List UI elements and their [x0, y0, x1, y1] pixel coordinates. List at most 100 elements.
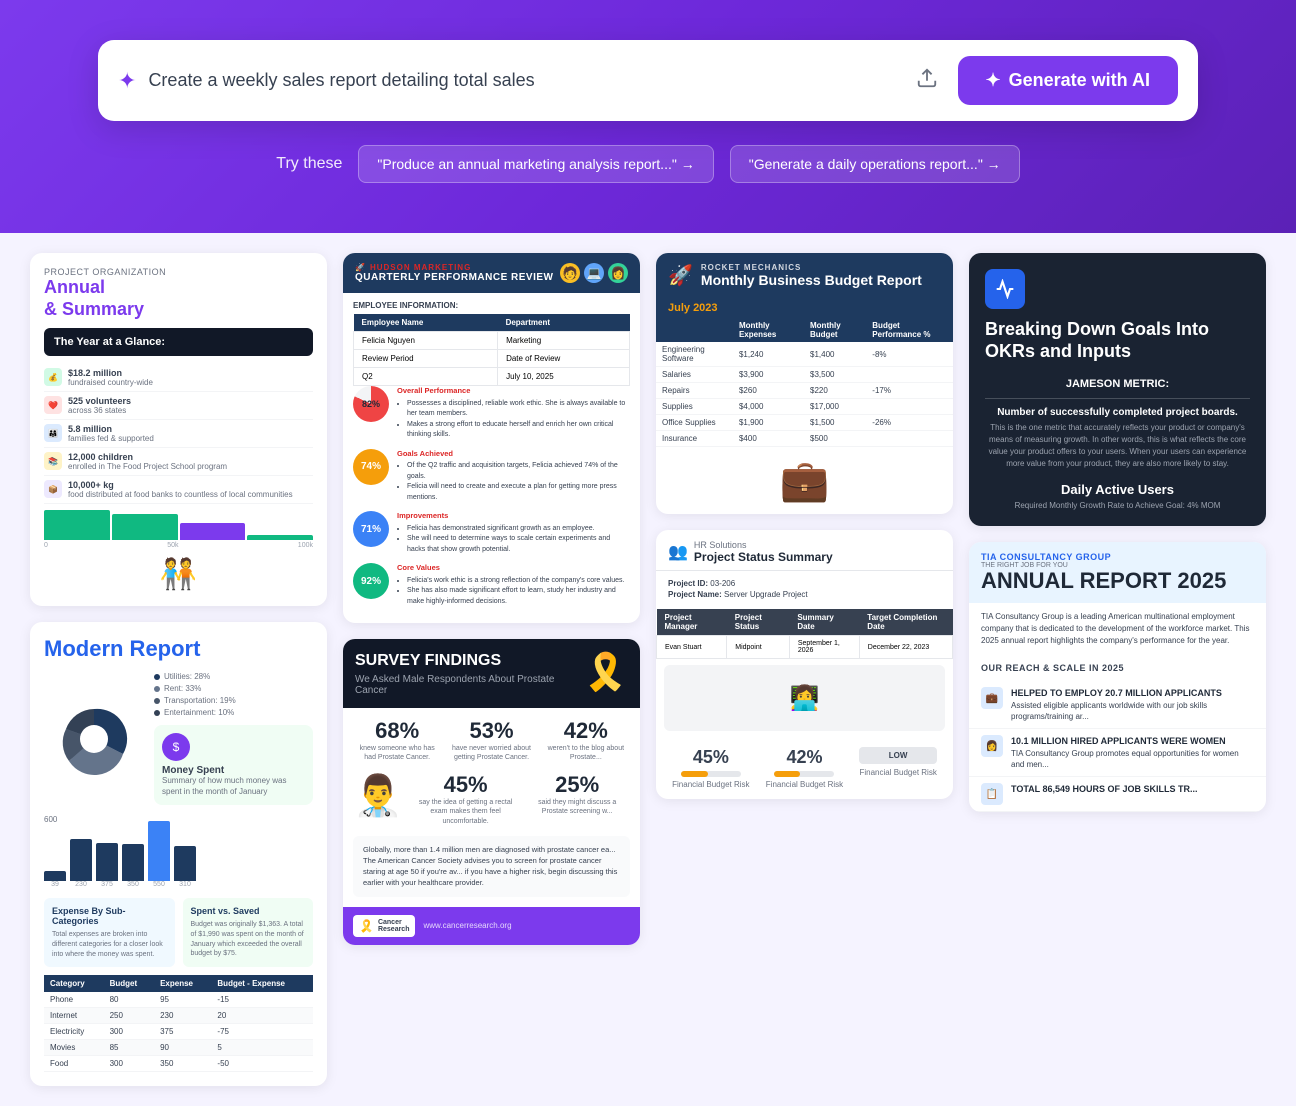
tia-hours-icon: 📋 — [981, 783, 1003, 805]
gauge-low: LOW Financial Budget Risk — [859, 747, 936, 789]
tia-stat-2: 👩 10.1 MILLION HIRED APPLICANTS WERE WOM… — [969, 729, 1266, 777]
stat-item: 💰 $18.2 million fundraised country-wide — [44, 364, 313, 392]
school-icon: 📚 — [44, 452, 62, 470]
stat-68: 68% knew someone who has had Prostate Ca… — [353, 718, 441, 762]
budget-illustration: 💼 — [656, 447, 953, 514]
okr-sub-title: Daily Active Users — [985, 482, 1250, 497]
generate-label: Generate with AI — [1009, 70, 1150, 91]
stat-42: 42% weren't to the blog about Prostate..… — [542, 718, 630, 762]
person-icon-2: 💻 — [584, 263, 604, 283]
suggestion-2[interactable]: "Generate a daily operations report..." … — [730, 145, 1020, 183]
table-row: Phone8095-15 — [44, 992, 313, 1008]
budget-header: 🚀 ROCKET MECHANICS Monthly Business Budg… — [656, 253, 953, 298]
cancer-footer: 🎗️ Cancer Research www.cancerresearch.or… — [343, 907, 640, 945]
survey-header: SURVEY FINDINGS We Asked Male Respondent… — [343, 639, 640, 708]
try-these-label: Try these — [276, 155, 342, 173]
stat-item: 👨‍👩‍👧 5.8 million families fed & support… — [44, 420, 313, 448]
okr-header: Breaking Down Goals Into OKRs and Inputs — [969, 253, 1266, 378]
upload-button[interactable] — [908, 59, 946, 103]
stat-53: 53% have never worried about getting Pro… — [447, 718, 535, 762]
cancer-url: www.cancerresearch.org — [423, 921, 511, 930]
project-table: Project Manager Project Status Summary D… — [656, 609, 953, 659]
cancer-research-logo: 🎗️ Cancer Research — [353, 915, 415, 937]
budget-report-card[interactable]: 🚀 ROCKET MECHANICS Monthly Business Budg… — [656, 253, 953, 514]
core-values-row: 92% Core Values Felicia's work ethic is … — [353, 563, 630, 607]
tia-stat-3: 📋 TOTAL 86,549 HOURS OF JOB SKILLS TR... — [969, 777, 1266, 812]
spent-saved-box: Spent vs. Saved Budget was originally $1… — [183, 898, 314, 967]
company-name: ROCKET MECHANICS — [701, 263, 922, 272]
improvements-row: 71% Improvements Felicia has demonstrate… — [353, 511, 630, 555]
bar-3 — [180, 523, 246, 540]
survey-findings-card[interactable]: SURVEY FINDINGS We Asked Male Respondent… — [343, 639, 640, 945]
okr-chart-icon — [985, 269, 1025, 309]
legend-rent: Rent: 33% — [154, 684, 313, 693]
project-status: Midpoint — [727, 636, 790, 659]
table-row: Evan Stuart Midpoint September 1, 2026 D… — [657, 636, 953, 659]
emp-name: Felicia Nguyen — [354, 332, 498, 350]
generate-sparkle-icon: ✦ — [986, 70, 1001, 91]
gauge-section: 45% Financial Budget Risk 42% Financial … — [656, 737, 953, 799]
hero-section: ✦ Create a weekly sales report detailing… — [0, 0, 1296, 233]
table-row: Office Supplies$1,900$1,500-26% — [656, 415, 953, 431]
table-row: Engineering Software$1,240$1,400-8% — [656, 342, 953, 367]
expense-breakdown-box: Expense By Sub-Categories Total expenses… — [44, 898, 175, 967]
gauge-45: 45% Financial Budget Risk — [672, 747, 749, 789]
tia-employ-icon: 💼 — [981, 687, 1003, 709]
project-manager: Evan Stuart — [657, 636, 727, 659]
bar-1 — [44, 510, 110, 540]
tia-annual-report-card[interactable]: TIA CONSULTANCY GROUP THE RIGHT JOB FOR … — [969, 542, 1266, 812]
volunteer-icon: ❤️ — [44, 396, 62, 414]
improvements-circle: 71% — [353, 511, 389, 547]
performance-title: QUARTERLY PERFORMANCE REVIEW — [355, 272, 553, 283]
performance-review-card[interactable]: 🚀 HUDSON MARKETING QUARTERLY PERFORMANCE… — [343, 253, 640, 623]
pink-ribbon-icon: 🎗️ — [359, 919, 374, 933]
overall-performance-row: 82% Overall Performance Possesses a disc… — [353, 386, 630, 441]
bar-4 — [247, 535, 313, 541]
pie-section: Utilities: 28% Rent: 33% Transportation:… — [44, 672, 313, 805]
bar-chart-mini — [44, 510, 313, 540]
table-row: Insurance$400$500 — [656, 431, 953, 447]
search-text: Create a weekly sales report detailing t… — [148, 70, 895, 91]
hr-company: HR Solutions — [694, 540, 833, 550]
employee-table: Employee Name Department Felicia Nguyen … — [353, 314, 630, 386]
goals-row: 74% Goals Achieved Of the Q2 traffic and… — [353, 449, 630, 504]
tia-title: ANNUAL REPORT 2025 — [981, 569, 1254, 593]
legend-entertainment: Entertainment: 10% — [154, 708, 313, 717]
table-row: Salaries$3,900$3,500 — [656, 367, 953, 383]
search-bar-container: ✦ Create a weekly sales report detailing… — [98, 40, 1198, 121]
gallery-section: Project Organization Annual & Summary Th… — [0, 233, 1296, 1106]
survey-title: SURVEY FINDINGS — [355, 651, 583, 670]
stat-45: 45% say the idea of getting a rectal exa… — [413, 772, 519, 825]
year-at-glance-box: The Year at a Glance: — [44, 328, 313, 356]
project-thumbnail: 👩‍💻 — [664, 665, 945, 731]
person-icon-3: 👩 — [608, 263, 628, 283]
suggestion-1[interactable]: "Produce an annual marketing analysis re… — [358, 145, 713, 183]
goals-circle: 74% — [353, 449, 389, 485]
okr-title: Breaking Down Goals Into OKRs and Inputs — [985, 319, 1250, 362]
okr-card[interactable]: Breaking Down Goals Into OKRs and Inputs… — [969, 253, 1266, 526]
stat-item: 📦 10,000+ kg food distributed at food ba… — [44, 476, 313, 504]
tia-stat-1: 💼 HELPED TO EMPLOY 20.7 MILLION APPLICAN… — [969, 681, 1266, 729]
modern-report-card[interactable]: Modern Report Utilities: 28% Rent: 33% T… — [30, 622, 327, 1086]
hr-project-card[interactable]: 👥 HR Solutions Project Status Summary Pr… — [656, 530, 953, 799]
generate-button[interactable]: ✦ Generate with AI — [958, 56, 1178, 105]
legend-utilities: Utilities: 28% — [154, 672, 313, 681]
bar-2 — [112, 514, 178, 540]
budget-table: Monthly Expenses Monthly Budget Budget P… — [656, 318, 953, 447]
suggestion-2-text: "Generate a daily operations report..." … — [749, 156, 1001, 172]
stat-item: ❤️ 525 volunteers across 36 states — [44, 392, 313, 420]
okr-metric-desc: Number of successfully completed project… — [985, 407, 1250, 418]
hr-header: 👥 HR Solutions Project Status Summary — [656, 530, 953, 571]
bar-chart: 39 230 375 350 — [44, 828, 313, 888]
money-icon: 💰 — [44, 368, 62, 386]
legend-transport: Transportation: 19% — [154, 696, 313, 705]
annual-summary-card[interactable]: Project Organization Annual & Summary Th… — [30, 253, 327, 606]
okr-sub-text: Required Monthly Growth Rate to Achieve … — [985, 501, 1250, 510]
perf-illustration: 🧑 💻 👩 — [560, 263, 628, 283]
emp-dept: Marketing — [498, 332, 630, 350]
doctor-icon: 👨‍⚕️ — [353, 772, 403, 819]
risk-badge: LOW — [859, 747, 936, 764]
suggestion-1-text: "Produce an annual marketing analysis re… — [377, 156, 694, 172]
gauge-bar-1 — [681, 771, 741, 777]
table-row: Supplies$4,000$17,000 — [656, 399, 953, 415]
